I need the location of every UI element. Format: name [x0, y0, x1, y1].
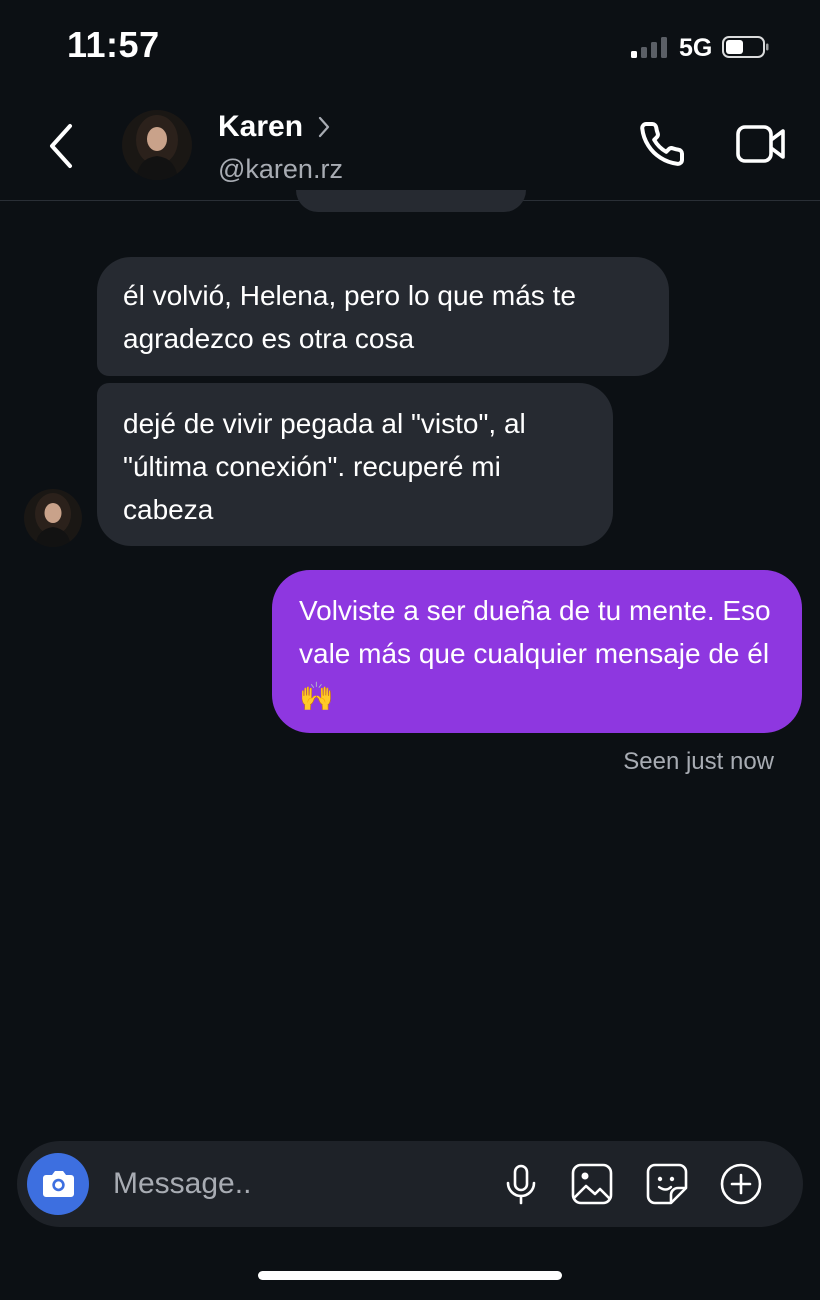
sender-avatar[interactable] [24, 489, 82, 547]
chevron-left-icon[interactable] [40, 118, 84, 174]
status-time: 11:57 [67, 24, 160, 65]
message-text: dejé de vivir pegada al "visto", al "últ… [123, 408, 526, 525]
status-bar: 11:57 5G [0, 0, 820, 90]
outgoing-message[interactable]: Volviste a ser dueña de tu mente. Eso va… [272, 570, 802, 733]
camera-button[interactable] [27, 1153, 89, 1215]
gallery-icon[interactable] [570, 1162, 614, 1206]
chevron-right-icon[interactable] [316, 114, 332, 140]
message-input[interactable]: Message.. [113, 1164, 413, 1204]
battery-icon [722, 36, 769, 58]
video-camera-icon[interactable] [735, 123, 787, 165]
message-text: Volviste a ser dueña de tu mente. Eso va… [299, 595, 771, 712]
chat-header: Karen @karen.rz [0, 90, 820, 201]
message-text: él volvió, Helena, pero lo que más te ag… [123, 280, 576, 354]
incoming-message[interactable]: él volvió, Helena, pero lo que más te ag… [97, 257, 669, 376]
signal-icon [631, 36, 671, 58]
contact-name[interactable]: Karen [218, 110, 303, 144]
microphone-icon[interactable] [499, 1162, 543, 1206]
previous-message-bubble [296, 190, 526, 212]
contact-avatar[interactable] [122, 110, 192, 180]
network-type: 5G [679, 34, 713, 62]
seen-status: Seen just now [623, 748, 774, 775]
home-indicator[interactable] [258, 1271, 562, 1280]
sticker-icon[interactable] [645, 1162, 689, 1206]
phone-icon[interactable] [638, 120, 686, 168]
plus-circle-icon[interactable] [719, 1162, 763, 1206]
message-composer: Message.. [17, 1141, 803, 1227]
contact-handle[interactable]: @karen.rz [218, 154, 343, 185]
camera-icon [43, 1171, 74, 1197]
incoming-message[interactable]: dejé de vivir pegada al "visto", al "últ… [97, 383, 613, 546]
